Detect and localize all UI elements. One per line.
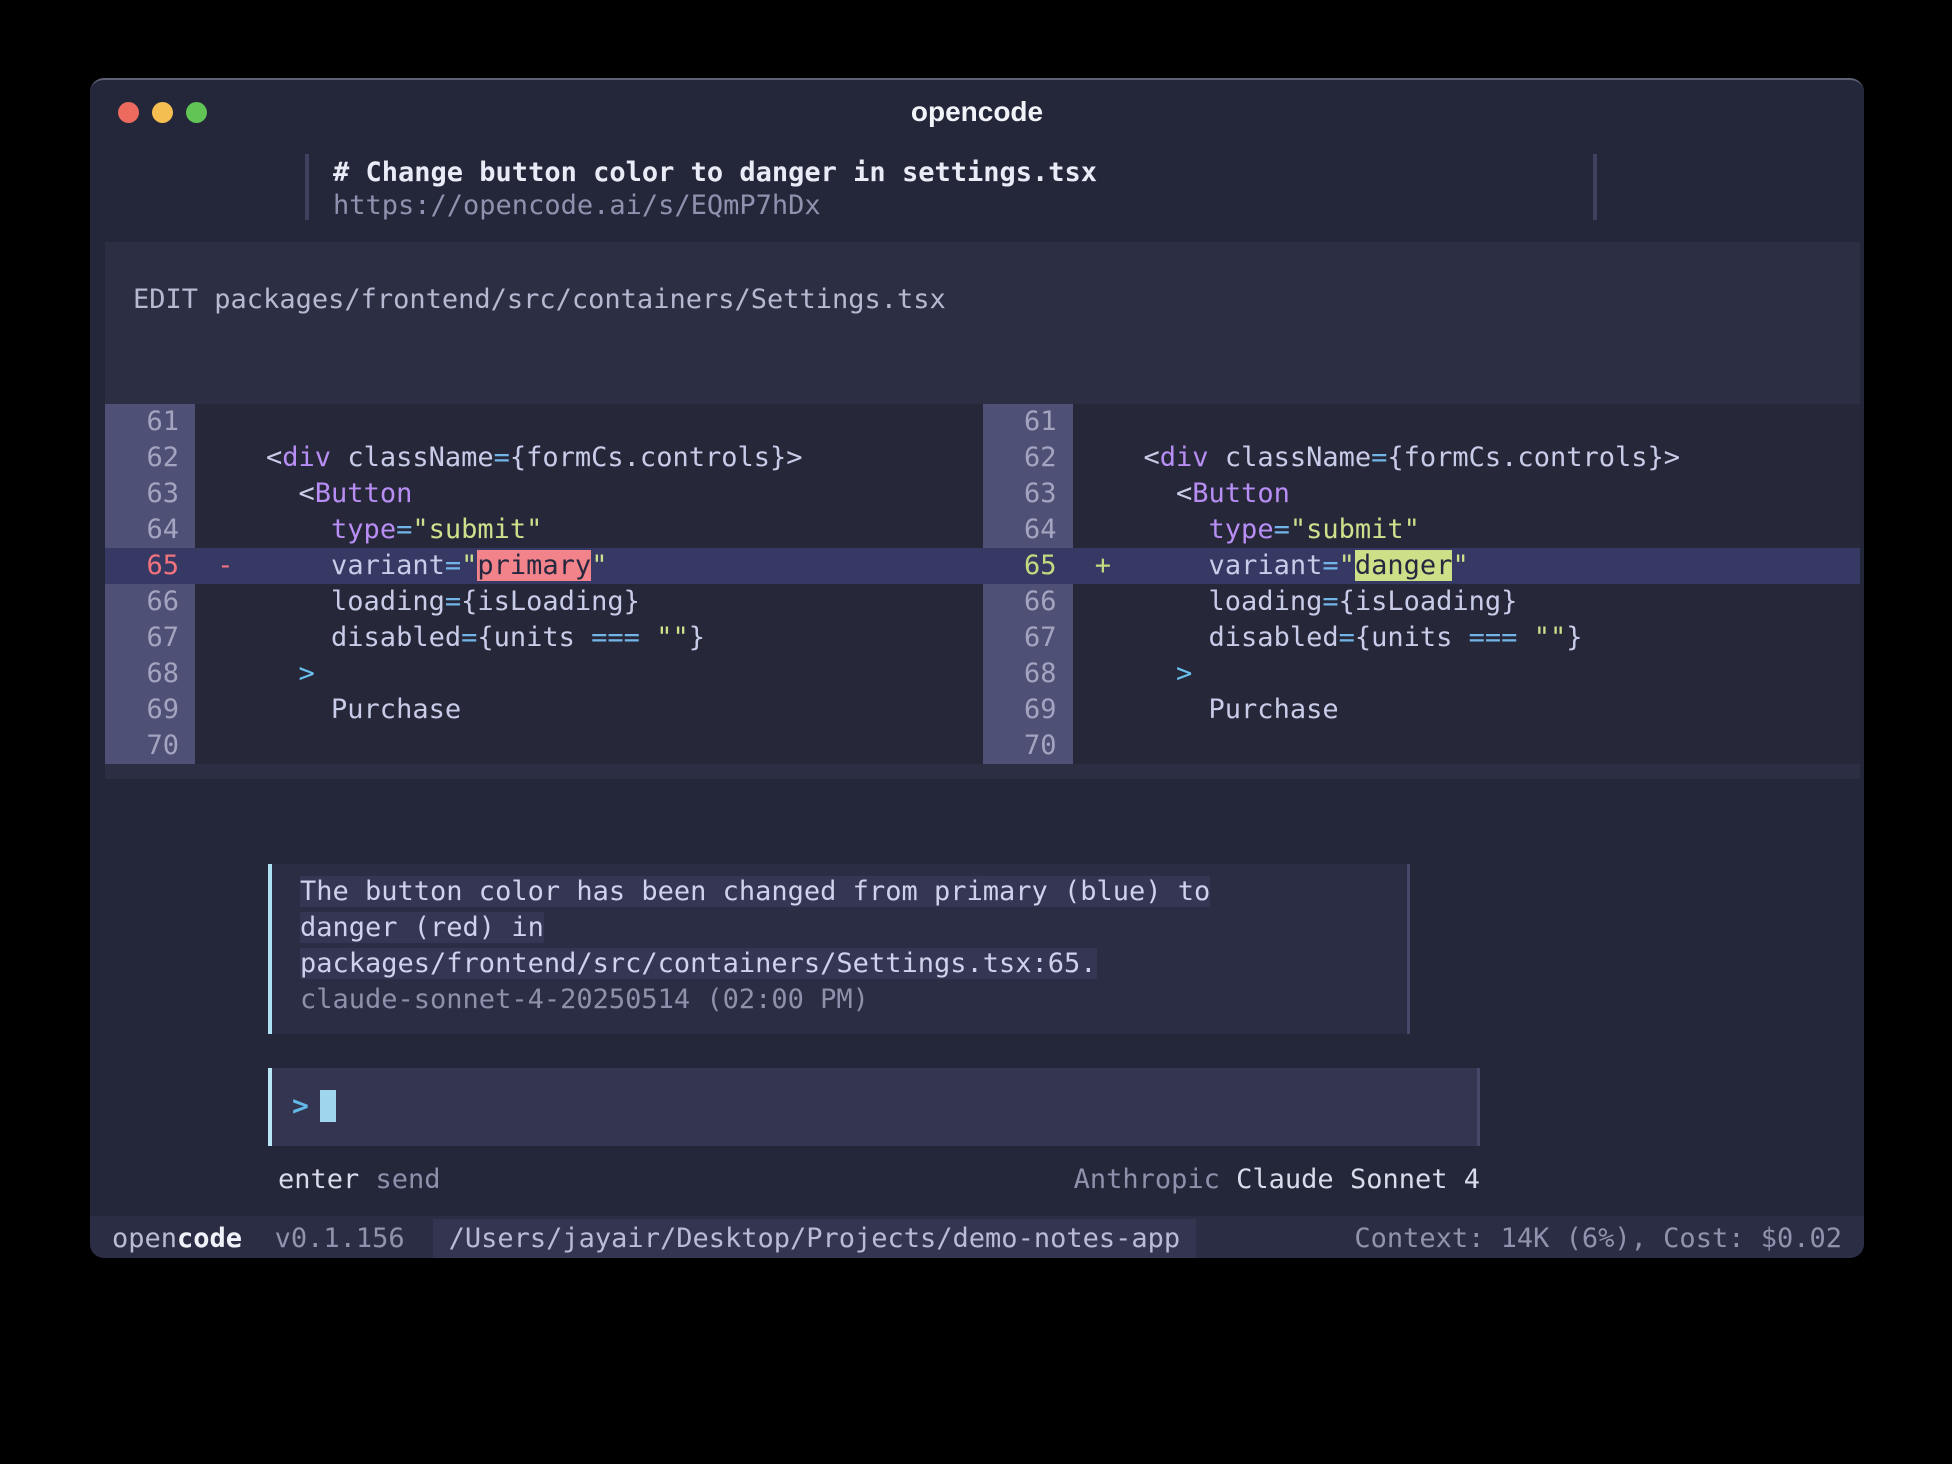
diff-row: 64 type="submit": [983, 512, 1861, 548]
line-number: 62: [983, 440, 1073, 476]
code-line: <Button: [1073, 476, 1290, 512]
line-number: 70: [105, 728, 195, 764]
code-line: type="submit": [1073, 512, 1420, 548]
code-line: <Button: [195, 476, 412, 512]
edit-file-path: packages/frontend/src/containers/Setting…: [214, 284, 946, 315]
enter-action-label: send: [359, 1164, 440, 1195]
line-number: 61: [983, 404, 1073, 440]
app-name-open: open: [112, 1223, 177, 1254]
titlebar: opencode: [90, 80, 1864, 144]
diff-row: 68 >: [983, 656, 1861, 692]
chat-input[interactable]: >: [268, 1068, 1480, 1146]
line-number: 67: [983, 620, 1073, 656]
line-number: 61: [105, 404, 195, 440]
diff-row: 69 Purchase: [983, 692, 1861, 728]
edit-path-spacer: [198, 284, 214, 315]
code-line: >: [1073, 656, 1193, 692]
input-prompt: >: [292, 1089, 309, 1122]
edit-header: EDIT packages/frontend/src/containers/Se…: [133, 284, 946, 315]
message-model-meta: claude-sonnet-4-20250514 (02:00 PM): [300, 982, 1407, 1018]
app-name: opencode v0.1.156: [90, 1223, 405, 1254]
edit-action-label: EDIT: [133, 284, 198, 315]
diff-row: 64 type="submit": [105, 512, 983, 548]
app-name-code: code: [177, 1223, 242, 1254]
prompt-title: # Change button color to danger in setti…: [333, 156, 1593, 190]
edit-tool-panel: EDIT packages/frontend/src/containers/Se…: [105, 242, 1860, 779]
line-number: 66: [105, 584, 195, 620]
code-line: disabled={units === ""}: [1073, 620, 1583, 656]
code-line: [1073, 404, 1079, 440]
code-line: <div className={formCs.controls}>: [195, 440, 803, 476]
code-line: loading={isLoading}: [1073, 584, 1518, 620]
line-number: 64: [983, 512, 1073, 548]
code-line: + variant="danger": [1073, 548, 1469, 584]
prompt-header: # Change button color to danger in setti…: [305, 154, 1597, 220]
line-number: 63: [983, 476, 1073, 512]
enter-key-label: enter: [278, 1164, 359, 1195]
message-line: packages/frontend/src/containers/Setting…: [300, 946, 1407, 982]
code-line: disabled={units === ""}: [195, 620, 705, 656]
diff-row: 66 loading={isLoading}: [983, 584, 1861, 620]
message-line: danger (red) in: [300, 910, 1407, 946]
line-number: 66: [983, 584, 1073, 620]
window-title: opencode: [90, 96, 1864, 128]
line-number: 68: [105, 656, 195, 692]
project-path: /Users/jayair/Desktop/Projects/demo-note…: [433, 1219, 1197, 1258]
model-indicator: Anthropic Claude Sonnet 4: [1074, 1164, 1480, 1196]
diff-row: 67 disabled={units === ""}: [983, 620, 1861, 656]
diff-row: 63 <Button: [105, 476, 983, 512]
code-line: >: [195, 656, 315, 692]
line-number: 70: [983, 728, 1073, 764]
diff-row: 70: [105, 728, 983, 764]
model-label: Claude Sonnet 4: [1236, 1164, 1480, 1195]
assistant-message: The button color has been changed from p…: [268, 864, 1410, 1034]
diff-row: 68 >: [105, 656, 983, 692]
code-line: [195, 728, 201, 764]
code-line: Purchase: [1073, 692, 1339, 728]
opencode-window: opencode # Change button color to danger…: [90, 78, 1864, 1258]
diff-row: 65 - variant="primary": [105, 548, 983, 584]
screen: opencode # Change button color to danger…: [0, 0, 1952, 1464]
diff-row: 62 <div className={formCs.controls}>: [983, 440, 1861, 476]
line-number: 65: [105, 548, 195, 584]
code-line: type="submit": [195, 512, 542, 548]
share-url[interactable]: https://opencode.ai/s/EQmP7hDx: [333, 190, 1593, 222]
line-number: 68: [983, 656, 1073, 692]
line-number: 67: [105, 620, 195, 656]
line-number: 69: [983, 692, 1073, 728]
code-line: loading={isLoading}: [195, 584, 640, 620]
code-line: - variant="primary": [195, 548, 607, 584]
diff-row: 69 Purchase: [105, 692, 983, 728]
diff-row: 62 <div className={formCs.controls}>: [105, 440, 983, 476]
enter-hint: enter send: [268, 1164, 441, 1196]
line-number: 62: [105, 440, 195, 476]
diff-row: 67 disabled={units === ""}: [105, 620, 983, 656]
diff-view: 6162 <div className={formCs.controls}>63…: [105, 404, 1860, 764]
assistant-message-text: The button color has been changed from p…: [300, 874, 1407, 982]
diff-row: 61: [105, 404, 983, 440]
line-number: 64: [105, 512, 195, 548]
line-number: 65: [983, 548, 1073, 584]
diff-pane-left: 6162 <div className={formCs.controls}>63…: [105, 404, 983, 764]
code-line: [195, 404, 201, 440]
message-line: The button color has been changed from p…: [300, 874, 1407, 910]
status-bar: opencode v0.1.156 /Users/jayair/Desktop/…: [90, 1216, 1864, 1258]
code-line: [1073, 728, 1079, 764]
diff-row: 63 <Button: [983, 476, 1861, 512]
text-cursor: [320, 1090, 336, 1122]
provider-label: Anthropic: [1074, 1164, 1237, 1195]
line-number: 69: [105, 692, 195, 728]
code-line: <div className={formCs.controls}>: [1073, 440, 1681, 476]
app-version: v0.1.156: [242, 1223, 405, 1254]
context-cost: Context: 14K (6%), Cost: $0.02: [1354, 1223, 1864, 1254]
line-number: 63: [105, 476, 195, 512]
diff-row: 61: [983, 404, 1861, 440]
input-hint-row: enter send Anthropic Claude Sonnet 4: [268, 1164, 1480, 1196]
diff-row: 65 + variant="danger": [983, 548, 1861, 584]
diff-row: 70: [983, 728, 1861, 764]
code-line: Purchase: [195, 692, 461, 728]
diff-row: 66 loading={isLoading}: [105, 584, 983, 620]
diff-pane-right: 6162 <div className={formCs.controls}>63…: [983, 404, 1861, 764]
